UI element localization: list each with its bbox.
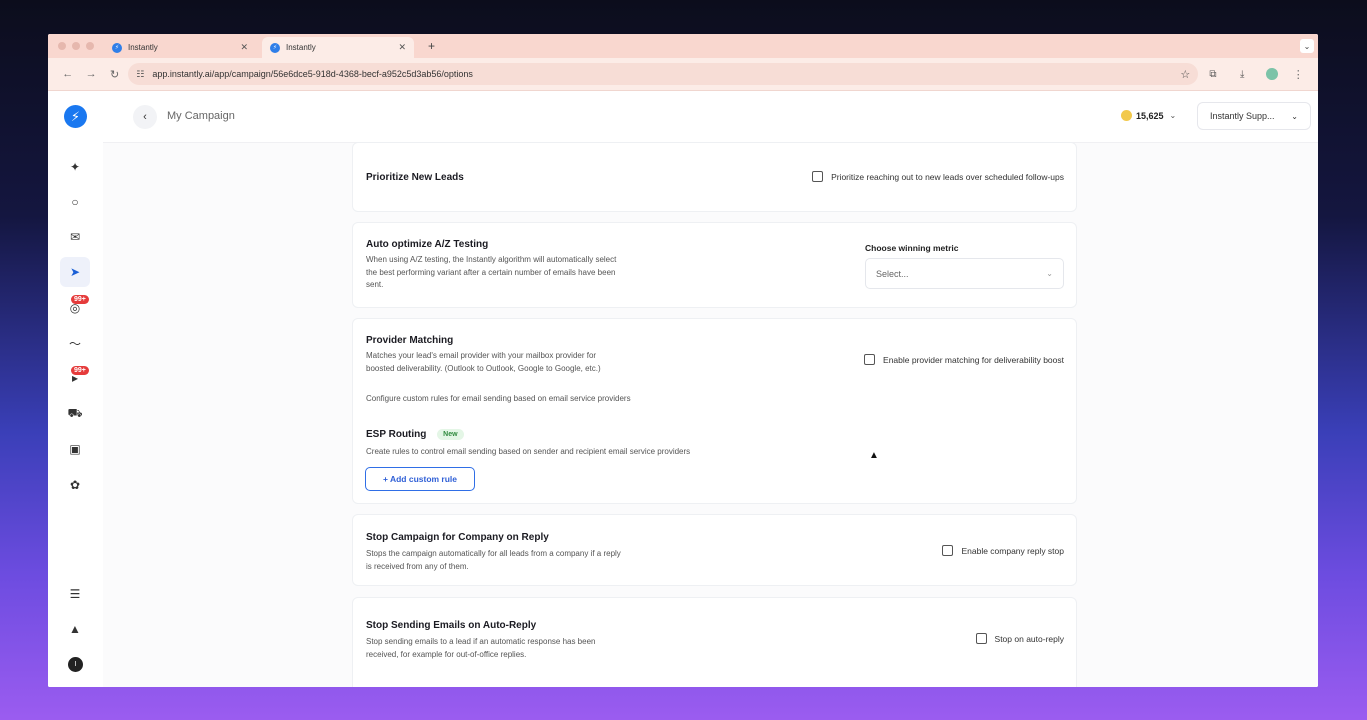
- new-tab-button[interactable]: +: [428, 39, 435, 53]
- breadcrumb: My Campaign: [167, 110, 235, 122]
- instantly-logo-icon[interactable]: ⚡: [64, 105, 87, 128]
- reload-icon[interactable]: ↻: [103, 68, 126, 81]
- browser-tab-1[interactable]: ⚡ Instantly ✕: [104, 37, 256, 58]
- checkbox-label: Prioritize reaching out to new leads ove…: [831, 171, 1064, 182]
- forward-arrow-icon[interactable]: →: [79, 68, 102, 80]
- card-description: Matches your lead's email provider with …: [366, 351, 601, 373]
- ab-testing-card: Auto optimize A/Z Testing When using A/Z…: [352, 222, 1077, 308]
- app-root: ⚡ ✦ ○ ✉ ➤ ◎ 99+ 〜 ▸ 99+ ⛟ ▣ ✿ ☰ ▲ I ‹ My…: [48, 91, 1318, 687]
- download-icon[interactable]: ⤓: [1228, 69, 1257, 80]
- select-placeholder: Select...: [876, 268, 909, 279]
- workspace-dropdown[interactable]: Instantly Supp... ⌄: [1197, 102, 1311, 130]
- credits-value: 15,625: [1136, 110, 1164, 121]
- extensions-icon[interactable]: ⧉: [1198, 69, 1227, 80]
- card-title: Stop Campaign for Company on Reply: [366, 532, 549, 543]
- bookmark-star-icon[interactable]: ☆: [1180, 68, 1190, 81]
- card-description: Stop sending emails to a lead if an auto…: [366, 637, 596, 659]
- tab-title: Instantly: [286, 43, 316, 52]
- card-title: Stop Sending Emails on Auto-Reply: [366, 620, 537, 631]
- mouse-cursor-icon: ▲: [869, 450, 879, 461]
- winning-metric-select[interactable]: Select... ⌄: [865, 258, 1064, 289]
- integrations-icon[interactable]: ✿: [65, 475, 85, 495]
- prioritize-checkbox[interactable]: [812, 171, 824, 182]
- options-content: Prioritize New Leads Prioritize reaching…: [103, 142, 1318, 687]
- address-bar-row: ← → ↻ ☷ app.instantly.ai/app/campaign/56…: [48, 58, 1318, 91]
- sparkle-icon[interactable]: ✦: [65, 157, 85, 177]
- esp-routing-title: ESP Routing New: [366, 429, 464, 440]
- rocket-icon[interactable]: ▲: [65, 619, 85, 639]
- chevron-down-icon: ⌄: [1046, 269, 1053, 278]
- configure-text: Configure custom rules for email sending…: [366, 394, 631, 403]
- back-button[interactable]: ‹: [133, 105, 157, 129]
- user-avatar[interactable]: I: [68, 657, 83, 672]
- prioritize-card: Prioritize New Leads Prioritize reaching…: [352, 142, 1077, 212]
- campaigns-send-icon[interactable]: ➤: [60, 257, 90, 287]
- close-window-button[interactable]: [58, 42, 66, 50]
- templates-icon[interactable]: ▣: [65, 439, 85, 459]
- notification-badge: 99+: [71, 295, 89, 304]
- window-controls: [58, 42, 94, 50]
- browser-menu-icon[interactable]: ⋮: [1287, 68, 1310, 81]
- provider-matching-option[interactable]: Enable provider matching for deliverabil…: [864, 354, 1064, 365]
- profile-avatar[interactable]: [1265, 68, 1278, 80]
- card-description: When using A/Z testing, the Instantly al…: [366, 255, 617, 289]
- winning-metric-label: Choose winning metric: [865, 243, 959, 253]
- auto-reply-card: Stop Sending Emails on Auto-Reply Stop s…: [352, 597, 1077, 687]
- feedback-icon[interactable]: ☰: [65, 584, 85, 604]
- sidebar: ⚡ ✦ ○ ✉ ➤ ◎ 99+ 〜 ▸ 99+ ⛟ ▣ ✿ ☰ ▲ I: [48, 91, 103, 687]
- top-header: ‹ My Campaign 15,625 ⌄ Instantly Supp...…: [103, 91, 1318, 143]
- chevron-down-icon: ⌄: [1169, 111, 1177, 120]
- crm-icon[interactable]: ⛟: [65, 404, 85, 424]
- close-tab-icon[interactable]: ✕: [398, 42, 406, 53]
- workspace-name: Instantly Supp...: [1210, 111, 1275, 121]
- site-info-icon[interactable]: ☷: [136, 69, 144, 80]
- company-reply-stop-card: Stop Campaign for Company on Reply Stops…: [352, 514, 1077, 586]
- analytics-icon[interactable]: 〜: [65, 333, 85, 353]
- browser-window: ⚡ Instantly ✕ ⚡ Instantly ✕ + ⌄ ← → ↻ ☷ …: [48, 34, 1318, 687]
- credits-dropdown[interactable]: 15,625 ⌄: [1121, 110, 1176, 121]
- browser-tab-2[interactable]: ⚡ Instantly ✕: [262, 37, 414, 58]
- instantly-favicon-icon: ⚡: [270, 42, 280, 53]
- url-text: app.instantly.ai/app/campaign/56e6dce5-9…: [152, 69, 473, 79]
- card-description: Stops the campaign automatically for all…: [366, 549, 621, 571]
- checkbox-label: Enable provider matching for deliverabil…: [883, 354, 1064, 365]
- company-reply-stop-option[interactable]: Enable company reply stop: [942, 545, 1064, 556]
- chevron-down-icon: ⌄: [1291, 111, 1298, 121]
- close-tab-icon[interactable]: ✕: [240, 42, 248, 53]
- url-field[interactable]: ☷ app.instantly.ai/app/campaign/56e6dce5…: [128, 63, 1199, 85]
- checkbox-label: Enable company reply stop: [961, 545, 1064, 556]
- maximize-window-button[interactable]: [86, 42, 94, 50]
- coin-icon: [1121, 110, 1132, 121]
- prioritize-option[interactable]: Prioritize reaching out to new leads ove…: [812, 171, 1064, 182]
- company-reply-stop-checkbox[interactable]: [942, 545, 954, 556]
- back-arrow-icon[interactable]: ←: [56, 68, 79, 80]
- card-title: Prioritize New Leads: [366, 172, 464, 183]
- add-custom-rule-button[interactable]: + Add custom rule: [365, 467, 475, 491]
- esp-routing-label: ESP Routing: [366, 429, 427, 441]
- tab-bar: ⚡ Instantly ✕ ⚡ Instantly ✕ + ⌄: [48, 34, 1318, 58]
- provider-matching-checkbox[interactable]: [864, 354, 876, 365]
- provider-matching-card: Provider Matching Matches your lead's em…: [352, 318, 1077, 504]
- esp-routing-description: Create rules to control email sending ba…: [366, 447, 691, 456]
- auto-reply-checkbox[interactable]: [975, 633, 987, 644]
- auto-reply-option[interactable]: Stop on auto-reply: [975, 633, 1064, 644]
- tab-search-icon[interactable]: ⌄: [1300, 39, 1314, 53]
- minimize-window-button[interactable]: [72, 42, 80, 50]
- card-title: Auto optimize A/Z Testing: [366, 239, 489, 250]
- card-title: Provider Matching: [366, 335, 454, 346]
- search-icon[interactable]: ○: [65, 192, 85, 212]
- mail-icon[interactable]: ✉: [65, 227, 85, 247]
- new-badge: New: [437, 429, 464, 440]
- tab-title: Instantly: [128, 43, 158, 52]
- checkbox-label: Stop on auto-reply: [994, 633, 1064, 644]
- notification-badge: 99+: [71, 366, 89, 375]
- instantly-favicon-icon: ⚡: [112, 42, 122, 53]
